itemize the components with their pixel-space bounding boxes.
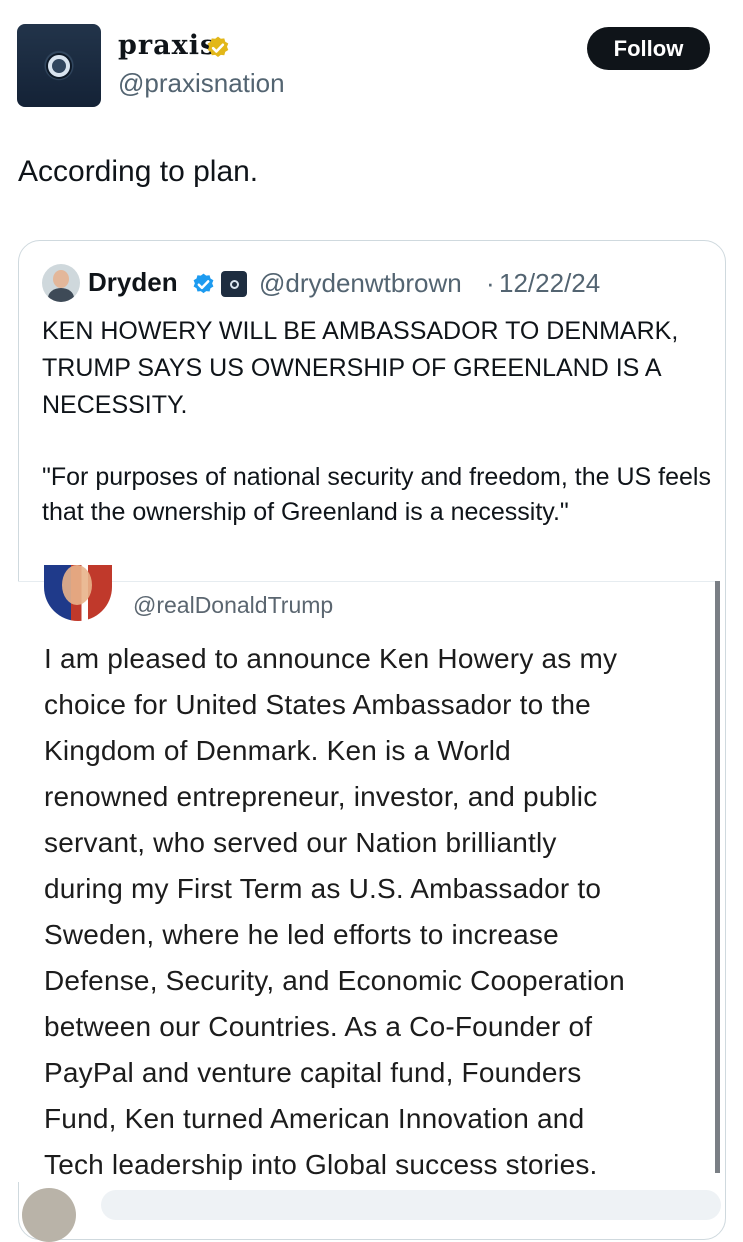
- affiliation-ring-icon: [229, 279, 239, 289]
- text-line: choice for United States Ambassador to t…: [44, 689, 591, 720]
- quote-date: 12/22/24: [499, 268, 601, 298]
- quote-headline: KEN HOWERY WILL BE AMBASSADOR TO DENMARK…: [42, 317, 679, 419]
- embedded-post-handle: @realDonaldTrump: [133, 592, 334, 618]
- text-line: I am pleased to announce Ken Howery as m…: [44, 643, 618, 674]
- tweet-text: According to plan.: [18, 155, 259, 188]
- avatar-body: [48, 288, 74, 302]
- quote-author-name: Dryden: [88, 267, 178, 297]
- text-line: during my First Term as U.S. Ambassador …: [44, 873, 602, 904]
- author-handle[interactable]: @praxisnation: [118, 68, 285, 99]
- blue-verified-icon: [193, 273, 214, 294]
- avatar-face: [53, 270, 69, 288]
- quote-text: "For purposes of national security and f…: [42, 463, 711, 526]
- follow-button[interactable]: Follow: [587, 27, 710, 70]
- reply-avatar[interactable]: [22, 1188, 76, 1242]
- gold-verified-icon[interactable]: [205, 35, 231, 61]
- embedded-scrollbar: [715, 581, 720, 1173]
- text-line: servant, who served our Nation brilliant…: [44, 827, 557, 858]
- quote-author-avatar: [42, 264, 80, 302]
- text-line: renowned entrepreneur, investor, and pub…: [44, 781, 598, 812]
- reply-input[interactable]: [101, 1190, 721, 1220]
- text-line: Kingdom of Denmark. Ken is a World: [44, 735, 511, 766]
- text-line: Defense, Security, and Economic Cooperat…: [44, 965, 625, 996]
- logo-ring-icon: [48, 54, 70, 77]
- author-display-name[interactable]: praxis: [118, 30, 216, 61]
- author-avatar[interactable]: [17, 24, 101, 107]
- embedded-post-text: I am pleased to announce Ken Howery as m…: [44, 636, 709, 1188]
- quote-author-handle: @drydenwtbrown: [259, 268, 462, 298]
- avatar-face: [62, 565, 92, 605]
- text-line: between our Countries. As a Co-Founder o…: [44, 1011, 593, 1042]
- text-line: PayPal and venture capital fund, Founder…: [44, 1057, 582, 1088]
- text-line: Sweden, where he led efforts to increase: [44, 919, 559, 950]
- separator-dot: ·: [486, 268, 495, 298]
- text-line: Fund, Ken turned American Innovation and: [44, 1103, 585, 1134]
- affiliation-badge-icon: [221, 271, 247, 297]
- text-line: Tech leadership into Global success stor…: [44, 1149, 598, 1180]
